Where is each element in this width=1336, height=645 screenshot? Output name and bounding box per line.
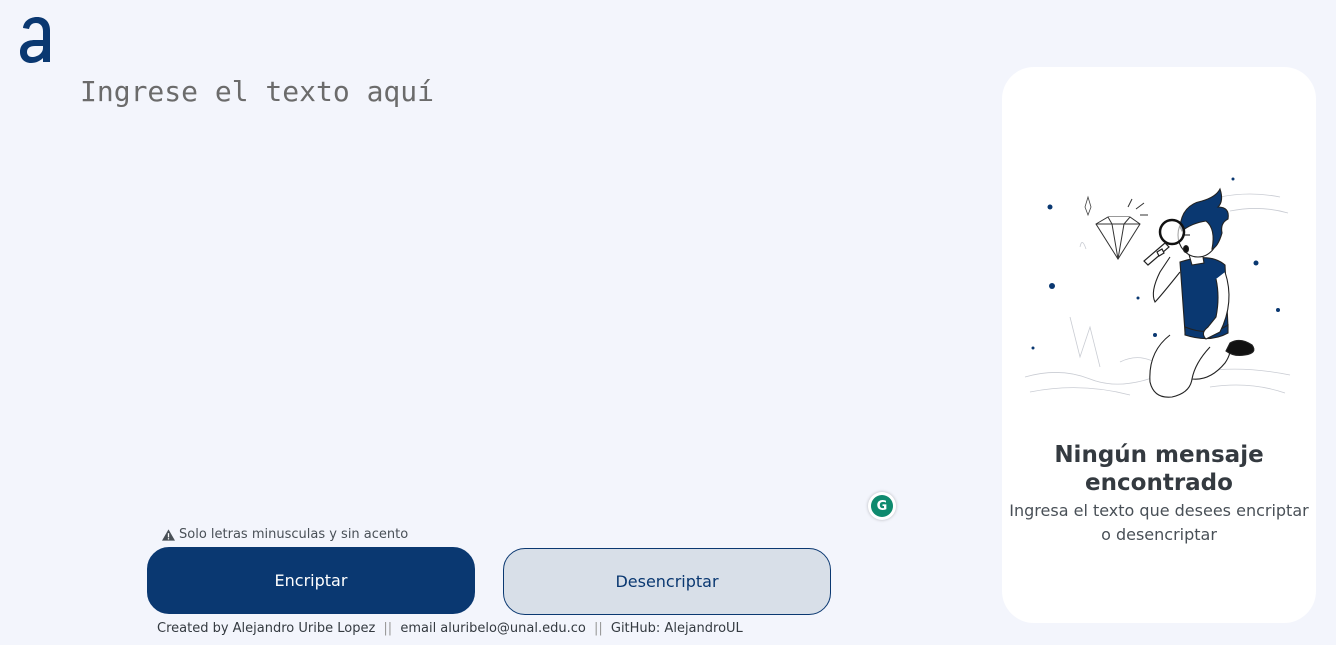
footer-separator: || bbox=[383, 621, 393, 636]
alura-logo-icon[interactable] bbox=[18, 14, 54, 66]
panel-title: Ningún mensaje encontrado bbox=[1054, 442, 1264, 496]
page: G Solo letras minusculas y sin acento En… bbox=[0, 0, 1336, 645]
footer: Created by Alejandro Uribe Lopez || emai… bbox=[157, 621, 743, 636]
footer-author: Created by Alejandro Uribe Lopez bbox=[157, 621, 376, 636]
footer-separator: || bbox=[593, 621, 603, 636]
person-magnifier-illustration bbox=[1024, 177, 1291, 398]
input-warning: Solo letras minusculas y sin acento bbox=[162, 527, 408, 542]
text-input[interactable] bbox=[80, 74, 960, 494]
warning-triangle-icon bbox=[162, 528, 175, 541]
grammarly-icon[interactable]: G bbox=[868, 492, 896, 520]
warning-text: Solo letras minusculas y sin acento bbox=[179, 527, 409, 542]
footer-email[interactable]: email aluribelo@unal.edu.co bbox=[400, 621, 586, 636]
output-panel: Ningún mensaje encontrado Ingresa el tex… bbox=[1002, 67, 1316, 623]
footer-github[interactable]: GitHub: AlejandroUL bbox=[611, 621, 743, 636]
grammarly-badge: G bbox=[871, 495, 893, 517]
panel-subtitle: Ingresa el texto que desees encriptar o … bbox=[1009, 501, 1309, 544]
encrypt-button[interactable]: Encriptar bbox=[147, 547, 475, 614]
decrypt-button[interactable]: Desencriptar bbox=[503, 548, 831, 615]
